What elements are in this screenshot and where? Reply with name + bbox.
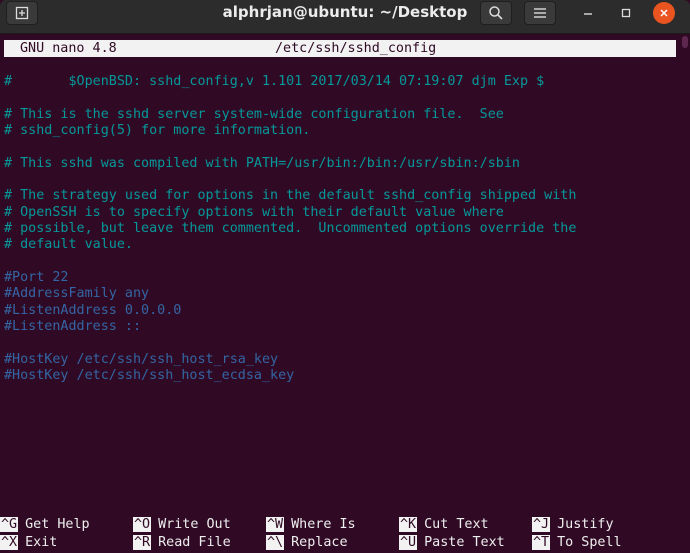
shortcut-label: Exit bbox=[25, 535, 58, 550]
shortcut-label: Paste Text bbox=[424, 535, 505, 550]
shortcut-exit[interactable]: ^X Exit bbox=[0, 534, 57, 552]
config-directive-line: #ListenAddress 0.0.0.0 bbox=[4, 302, 182, 318]
search-button[interactable] bbox=[480, 1, 512, 25]
shortcut-label: Write Out bbox=[158, 517, 231, 532]
shortcut-where-is[interactable]: ^W Where Is bbox=[266, 516, 356, 534]
shortcut-key: ^W bbox=[266, 517, 285, 532]
comment-line: # This is the sshd server system-wide co… bbox=[4, 106, 504, 122]
shortcut-key: ^G bbox=[0, 517, 19, 532]
shortcut-replace[interactable]: ^\ Replace bbox=[266, 534, 348, 552]
terminal-window: alphrjan@ubuntu: ~/Desktop GNU nano 4.8 … bbox=[0, 0, 690, 553]
config-directive-line: #Port 22 bbox=[4, 270, 69, 286]
shortcut-justify[interactable]: ^J Justify bbox=[532, 516, 614, 534]
shortcut-label: Read File bbox=[158, 535, 231, 550]
comment-line: # $OpenBSD: sshd_config,v 1.101 2017/03/… bbox=[4, 74, 545, 89]
comment-line: # possible, but leave them commented. Un… bbox=[4, 221, 577, 237]
menu-button[interactable] bbox=[524, 1, 556, 25]
shortcut-write-out[interactable]: ^O Write Out bbox=[133, 516, 231, 534]
hamburger-menu-icon bbox=[534, 8, 546, 18]
shortcut-key: ^O bbox=[133, 517, 152, 532]
open-filename: /etc/ssh/sshd_config bbox=[275, 41, 437, 56]
comment-line: # This sshd was compiled with PATH=/usr/… bbox=[4, 155, 520, 171]
search-icon bbox=[489, 6, 503, 20]
shortcut-key: ^R bbox=[133, 535, 152, 550]
config-directive-line: #HostKey /etc/ssh/ssh_host_ecdsa_key bbox=[4, 368, 295, 384]
shortcut-row: ^G Get Help ^O Write Out ^W Where Is ^K Cut Tex… bbox=[0, 516, 690, 534]
shortcut-to-spell[interactable]: ^T To Spell bbox=[532, 534, 622, 552]
shortcut-cut-text[interactable]: ^K Cut Text bbox=[399, 516, 489, 534]
shortcut-label: Replace bbox=[291, 535, 348, 550]
minimize-icon bbox=[584, 13, 592, 15]
file-content[interactable]: # $OpenBSD: sshd_config,v 1.101 2017/03/… bbox=[4, 74, 684, 385]
maximize-button[interactable] bbox=[615, 2, 637, 24]
comment-line: # The strategy used for options in the d… bbox=[4, 188, 577, 204]
shortcut-key: ^K bbox=[399, 517, 418, 532]
shortcut-label: Cut Text bbox=[424, 517, 489, 532]
title-bar[interactable]: alphrjan@ubuntu: ~/Desktop bbox=[0, 0, 690, 34]
comment-line: # OpenSSH is to specify options with the… bbox=[4, 204, 504, 220]
shortcut-label: Where Is bbox=[291, 517, 356, 532]
close-icon bbox=[660, 9, 668, 17]
nano-version: GNU nano 4.8 bbox=[20, 41, 117, 56]
shortcut-key: ^T bbox=[532, 535, 551, 550]
config-directive-line: #HostKey /etc/ssh/ssh_host_rsa_key bbox=[4, 351, 279, 367]
shortcut-label: To Spell bbox=[557, 535, 622, 550]
shortcut-label: Justify bbox=[557, 517, 614, 532]
config-directive-line: #ListenAddress :: bbox=[4, 319, 142, 335]
shortcut-key: ^J bbox=[532, 517, 551, 532]
shortcut-read-file[interactable]: ^R Read File bbox=[133, 534, 231, 552]
comment-line: # default value. bbox=[4, 237, 133, 253]
terminal-area[interactable]: GNU nano 4.8 /etc/ssh/sshd_config # $Ope… bbox=[0, 34, 690, 553]
shortcut-get-help[interactable]: ^G Get Help bbox=[0, 516, 90, 534]
shortcut-key: ^\ bbox=[266, 535, 285, 550]
shortcut-key: ^X bbox=[0, 535, 19, 550]
shortcut-key: ^U bbox=[399, 535, 418, 550]
scrollbar-thumb[interactable] bbox=[682, 36, 688, 48]
close-button[interactable] bbox=[653, 2, 675, 24]
maximize-icon bbox=[621, 8, 631, 18]
shortcut-row: ^X Exit ^R Read File ^\ Replace ^U Paste Text ^T… bbox=[0, 534, 690, 552]
shortcut-paste-text[interactable]: ^U Paste Text bbox=[399, 534, 505, 552]
config-directive-line: #AddressFamily any bbox=[4, 286, 150, 302]
nano-status-bar: GNU nano 4.8 /etc/ssh/sshd_config bbox=[4, 40, 676, 57]
comment-line: # sshd_config(5) for more information. bbox=[4, 123, 311, 139]
minimize-button[interactable] bbox=[577, 2, 599, 24]
nano-shortcut-bar: ^G Get Help ^O Write Out ^W Where Is ^K Cut Tex… bbox=[0, 516, 690, 552]
shortcut-label: Get Help bbox=[25, 517, 90, 532]
